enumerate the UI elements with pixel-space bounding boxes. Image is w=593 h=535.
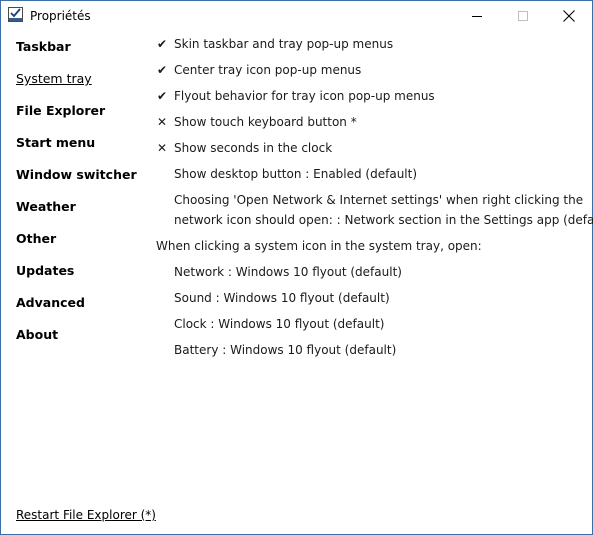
sidebar-item-taskbar[interactable]: Taskbar xyxy=(16,39,71,54)
option-skin-taskbar[interactable]: Skin taskbar and tray pop-up menus xyxy=(174,37,393,51)
checked-icon: ✔ xyxy=(156,63,168,77)
sidebar-item-window-switcher[interactable]: Window switcher xyxy=(16,167,137,182)
close-button[interactable] xyxy=(546,1,592,31)
option-clock-flyout[interactable]: Clock : Windows 10 flyout (default) xyxy=(174,317,384,331)
sidebar-item-updates[interactable]: Updates xyxy=(16,263,74,278)
maximize-button[interactable] xyxy=(500,1,546,31)
restart-file-explorer-link[interactable]: Restart File Explorer (*) xyxy=(16,508,156,522)
sidebar-item-file-explorer[interactable]: File Explorer xyxy=(16,103,105,118)
sidebar-item-advanced[interactable]: Advanced xyxy=(16,295,85,310)
option-network-settings-line1[interactable]: Choosing 'Open Network & Internet settin… xyxy=(174,193,583,207)
unchecked-icon: ✕ xyxy=(156,115,168,129)
option-center-tray-menus[interactable]: Center tray icon pop-up menus xyxy=(174,63,361,77)
checked-icon: ✔ xyxy=(156,89,168,103)
title-bar[interactable]: Propriétés xyxy=(1,1,592,31)
minimize-icon xyxy=(472,16,482,17)
window-title: Propriétés xyxy=(30,9,91,23)
close-icon xyxy=(563,10,575,22)
sidebar-item-about[interactable]: About xyxy=(16,327,58,342)
option-network-flyout[interactable]: Network : Windows 10 flyout (default) xyxy=(174,265,402,279)
sidebar-item-start-menu[interactable]: Start menu xyxy=(16,135,95,150)
option-network-settings-line2[interactable]: network icon should open: : Network sect… xyxy=(174,213,593,227)
option-flyout-behavior[interactable]: Flyout behavior for tray icon pop-up men… xyxy=(174,89,435,103)
system-icon-heading: When clicking a system icon in the syste… xyxy=(156,239,482,253)
sidebar-item-system-tray[interactable]: System tray xyxy=(16,71,92,86)
sidebar-item-other[interactable]: Other xyxy=(16,231,56,246)
unchecked-icon: ✕ xyxy=(156,141,168,155)
checked-icon: ✔ xyxy=(156,37,168,51)
option-sound-flyout[interactable]: Sound : Windows 10 flyout (default) xyxy=(174,291,390,305)
properties-window: Propriétés Taskbar System tray File Expl… xyxy=(0,0,593,535)
option-show-desktop-button[interactable]: Show desktop button : Enabled (default) xyxy=(174,167,417,181)
option-seconds-clock[interactable]: Show seconds in the clock xyxy=(174,141,332,155)
maximize-icon xyxy=(518,11,528,21)
option-touch-keyboard[interactable]: Show touch keyboard button * xyxy=(174,115,357,129)
app-icon xyxy=(8,7,23,22)
option-battery-flyout[interactable]: Battery : Windows 10 flyout (default) xyxy=(174,343,396,357)
minimize-button[interactable] xyxy=(454,1,500,31)
sidebar-item-weather[interactable]: Weather xyxy=(16,199,76,214)
